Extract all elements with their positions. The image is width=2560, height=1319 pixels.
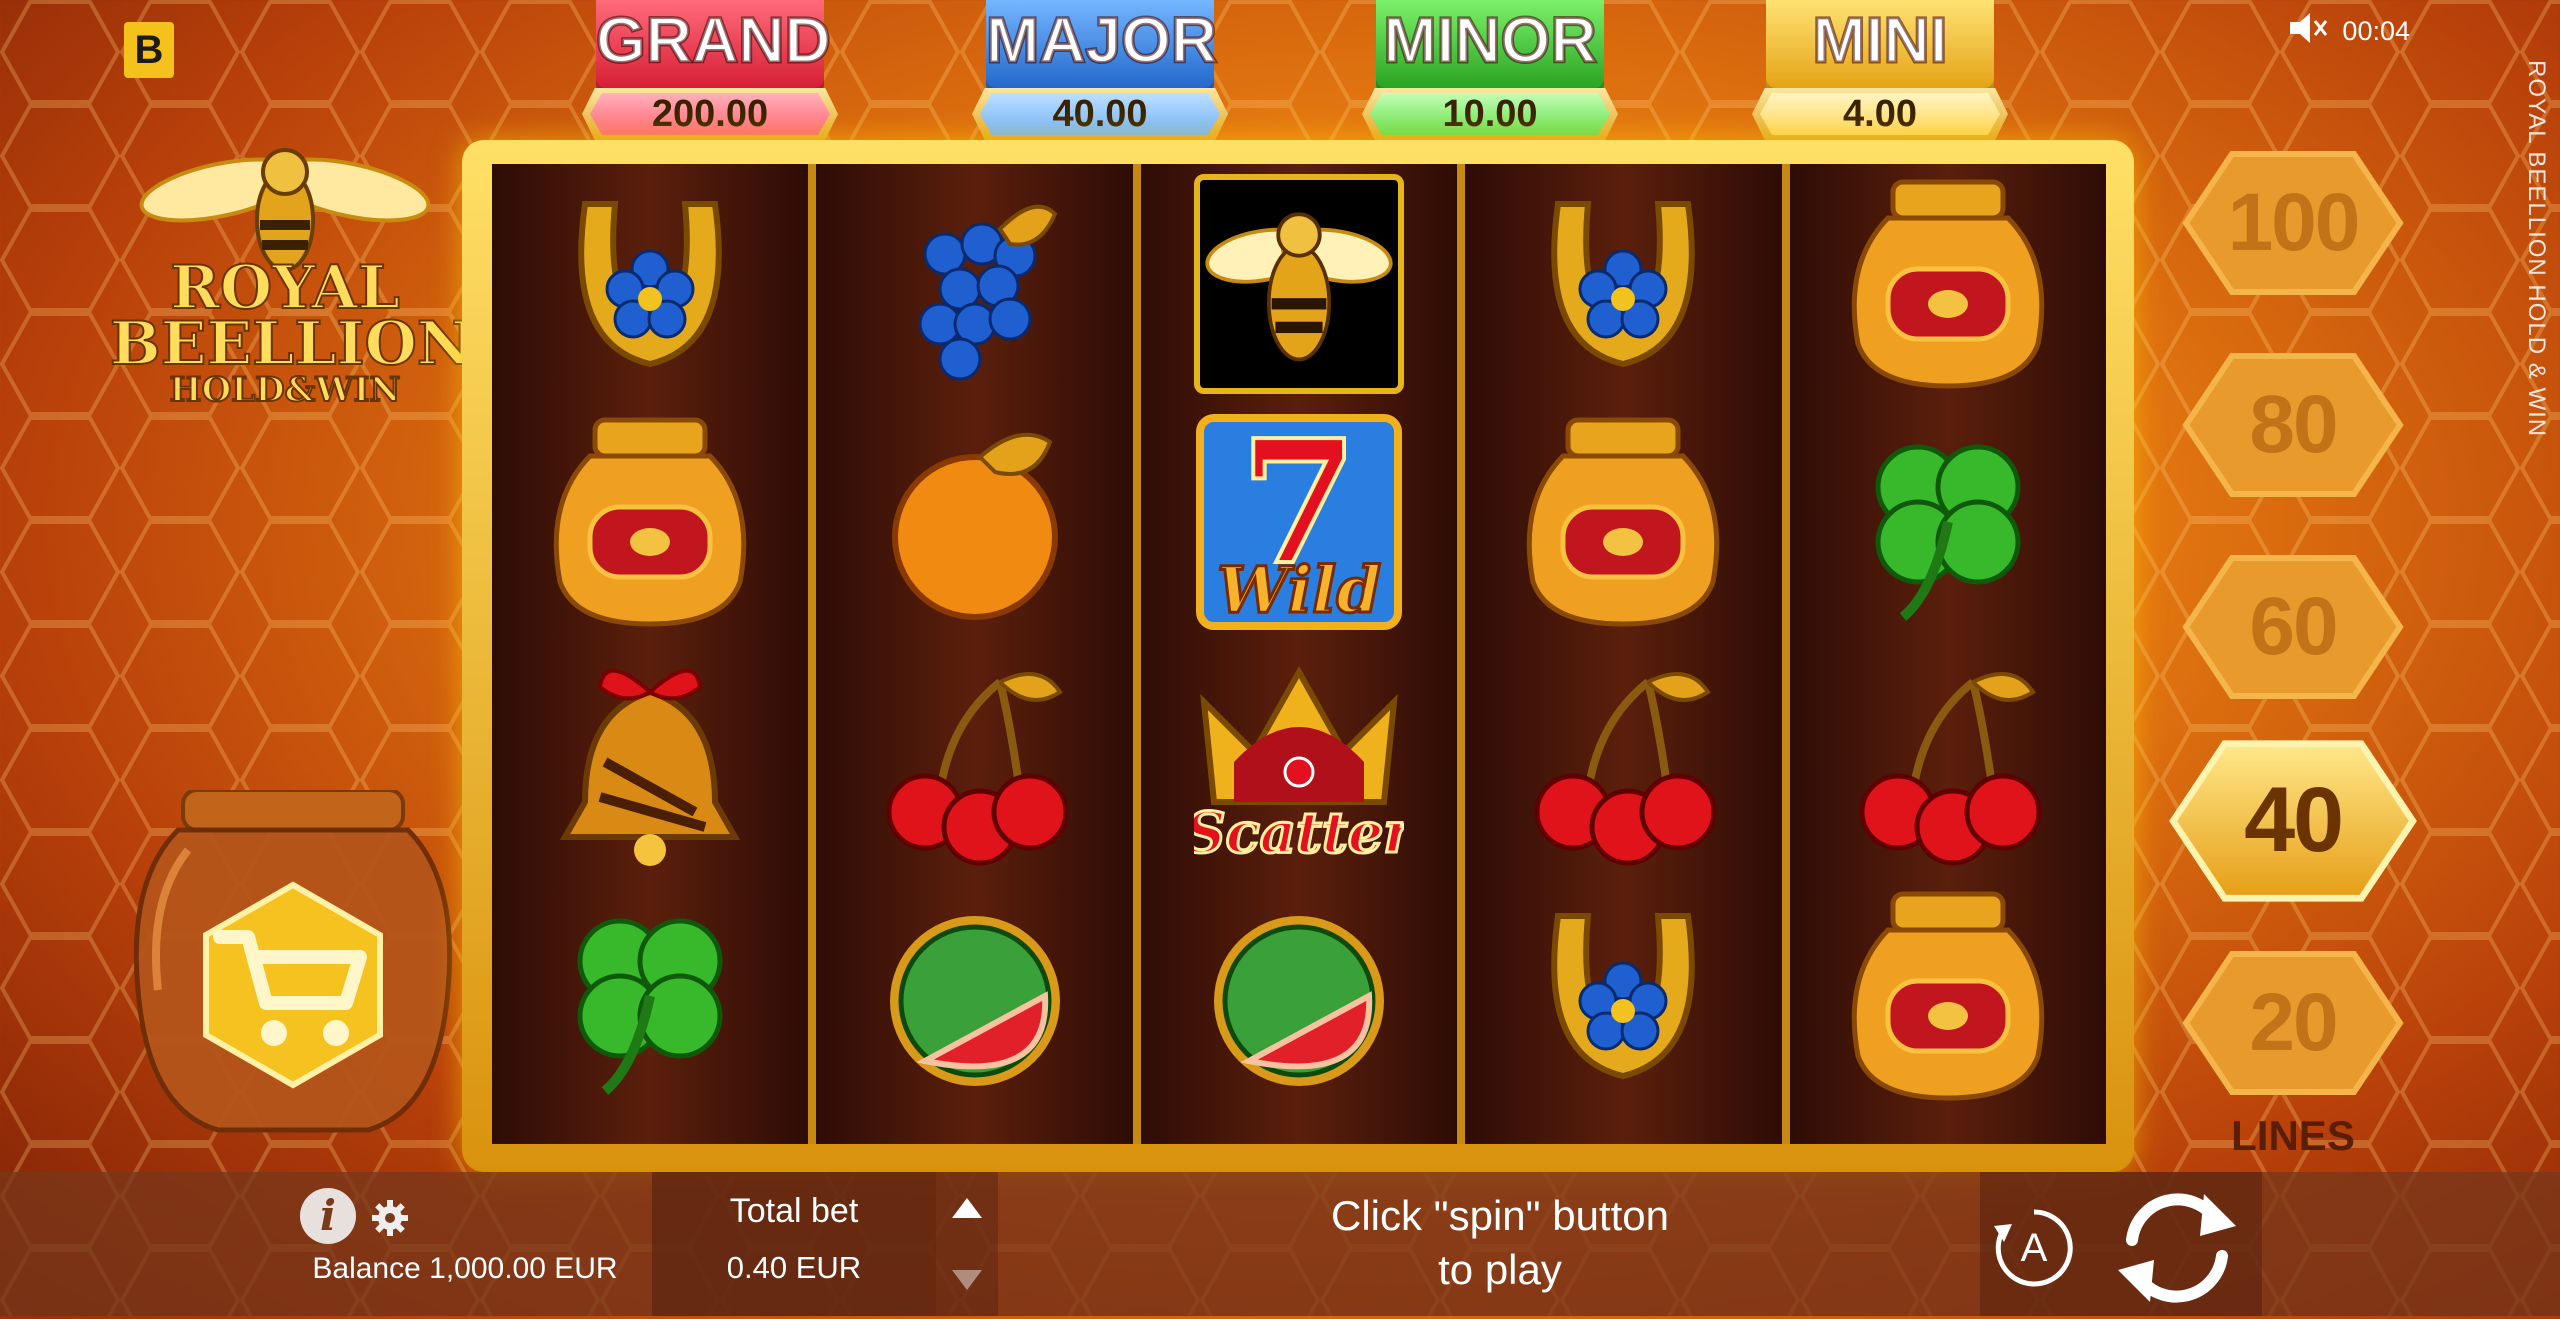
reel-1	[492, 164, 817, 1144]
jackpot-mini-frame: 4.00	[1752, 88, 2008, 140]
lines-label: LINES	[2231, 1112, 2355, 1159]
jackpot-minor: MINOR 10.00	[1362, 0, 1618, 150]
jackpot-mini-label: MINI	[1766, 0, 1994, 94]
spin-refresh-icon	[2118, 1193, 2236, 1303]
info-icon: i	[320, 1191, 336, 1240]
jackpot-major-label: MAJOR	[985, 0, 1219, 94]
spin-button[interactable]	[2110, 1180, 2244, 1314]
lines-option-80[interactable]: 80	[2180, 350, 2406, 500]
jackpot-grand-label: GRAND	[595, 0, 832, 94]
clock-time: 00:04	[2342, 16, 2410, 46]
lines-option-label: 20	[2249, 977, 2338, 1068]
info-button[interactable]: i	[300, 1188, 356, 1244]
clover-symbol	[1843, 412, 2053, 632]
horseshoe-symbol	[545, 174, 755, 394]
mute-speaker-icon[interactable]	[2288, 10, 2328, 53]
honey-jar-symbol	[545, 412, 755, 632]
jackpot-grand: GRAND 200.00	[582, 0, 838, 150]
lines-option-100[interactable]: 100	[2180, 148, 2406, 298]
cherries-symbol	[870, 652, 1080, 872]
scatter-crown-symbol: Scatter	[1194, 652, 1404, 872]
bet-arrows	[936, 1172, 998, 1316]
reel-3: 7 Wild Scatter	[1140, 164, 1466, 1144]
balance-text: Balance 1,000.00 EUR	[312, 1252, 618, 1285]
honey-jar-symbol	[1518, 412, 1728, 632]
game-title-vertical: ROYAL BEELLION HOLD & WIN	[2523, 60, 2550, 438]
settings-button[interactable]	[370, 1198, 410, 1238]
jackpot-minor-value: 10.00	[1370, 93, 1610, 135]
lines-option-40[interactable]: 40	[2166, 737, 2419, 905]
jackpot-mini: MINI 4.00	[1752, 0, 2008, 150]
autoplay-button[interactable]: A	[1990, 1204, 2078, 1292]
gear-icon	[372, 1200, 408, 1236]
bee-symbol	[1194, 174, 1405, 394]
bell-symbol	[545, 652, 755, 872]
svg-text:Scatter: Scatter	[1194, 800, 1404, 866]
brand-logo: B	[124, 22, 174, 78]
jackpot-major-frame: 40.00	[972, 88, 1228, 140]
cherries-symbol	[1518, 652, 1728, 872]
wild-seven-symbol: 7 Wild	[1194, 412, 1404, 632]
jackpot-minor-frame: 10.00	[1362, 88, 1618, 140]
lines-option-label: 100	[2227, 177, 2361, 268]
cherries-symbol	[1843, 652, 2053, 872]
shopping-cart-icon	[213, 930, 367, 1046]
bet-increase-button[interactable]	[936, 1172, 998, 1244]
triangle-down-icon	[952, 1270, 982, 1290]
watermelon-symbol	[1194, 886, 1404, 1106]
logo-line2: BEELLION	[109, 309, 473, 379]
game-logo: ROYAL BEELLION HOLD&WIN	[109, 140, 473, 410]
lines-option-20[interactable]: 20	[2180, 948, 2406, 1098]
reel-5	[1789, 164, 2107, 1144]
jackpot-minor-label: MINOR	[1376, 0, 1604, 94]
honey-jar-symbol	[1843, 886, 2053, 1106]
message-line1: Click "spin" button	[1331, 1192, 1669, 1239]
lines-option-label: 80	[2249, 379, 2338, 470]
buy-feature-button[interactable]	[128, 788, 458, 1140]
jackpot-mini-value: 4.00	[1760, 93, 2000, 135]
horseshoe-symbol	[1518, 886, 1728, 1106]
horseshoe-symbol	[1518, 174, 1728, 394]
reel-4	[1465, 164, 1790, 1144]
autoplay-letter: A	[2020, 1226, 2048, 1270]
triangle-up-icon	[952, 1198, 982, 1218]
grapes-symbol	[870, 174, 1080, 394]
status-area: 00:04	[2288, 10, 2410, 53]
total-bet-value: 0.40 EUR	[726, 1250, 862, 1285]
lines-option-label: 40	[2244, 769, 2344, 872]
jackpot-major-value: 40.00	[980, 93, 1220, 135]
bet-decrease-button[interactable]	[936, 1244, 998, 1316]
logo-line1: ROYAL	[169, 253, 401, 323]
honey-jar-symbol	[1843, 174, 2053, 394]
jackpot-grand-value: 200.00	[590, 93, 830, 135]
reels-area: 7 Wild Scatter	[492, 164, 2107, 1144]
total-bet-label: Total bet	[729, 1192, 859, 1230]
reel-2	[816, 164, 1141, 1144]
message-line2: to play	[1438, 1246, 1562, 1293]
jackpot-major: MAJOR 40.00	[972, 0, 1228, 150]
jackpot-grand-frame: 200.00	[582, 88, 838, 140]
lines-option-60[interactable]: 60	[2180, 552, 2406, 702]
orange-symbol	[870, 412, 1080, 632]
lines-option-label: 60	[2249, 581, 2338, 672]
watermelon-symbol	[870, 886, 1080, 1106]
clover-symbol	[545, 886, 755, 1106]
svg-text:Wild: Wild	[1217, 553, 1381, 628]
